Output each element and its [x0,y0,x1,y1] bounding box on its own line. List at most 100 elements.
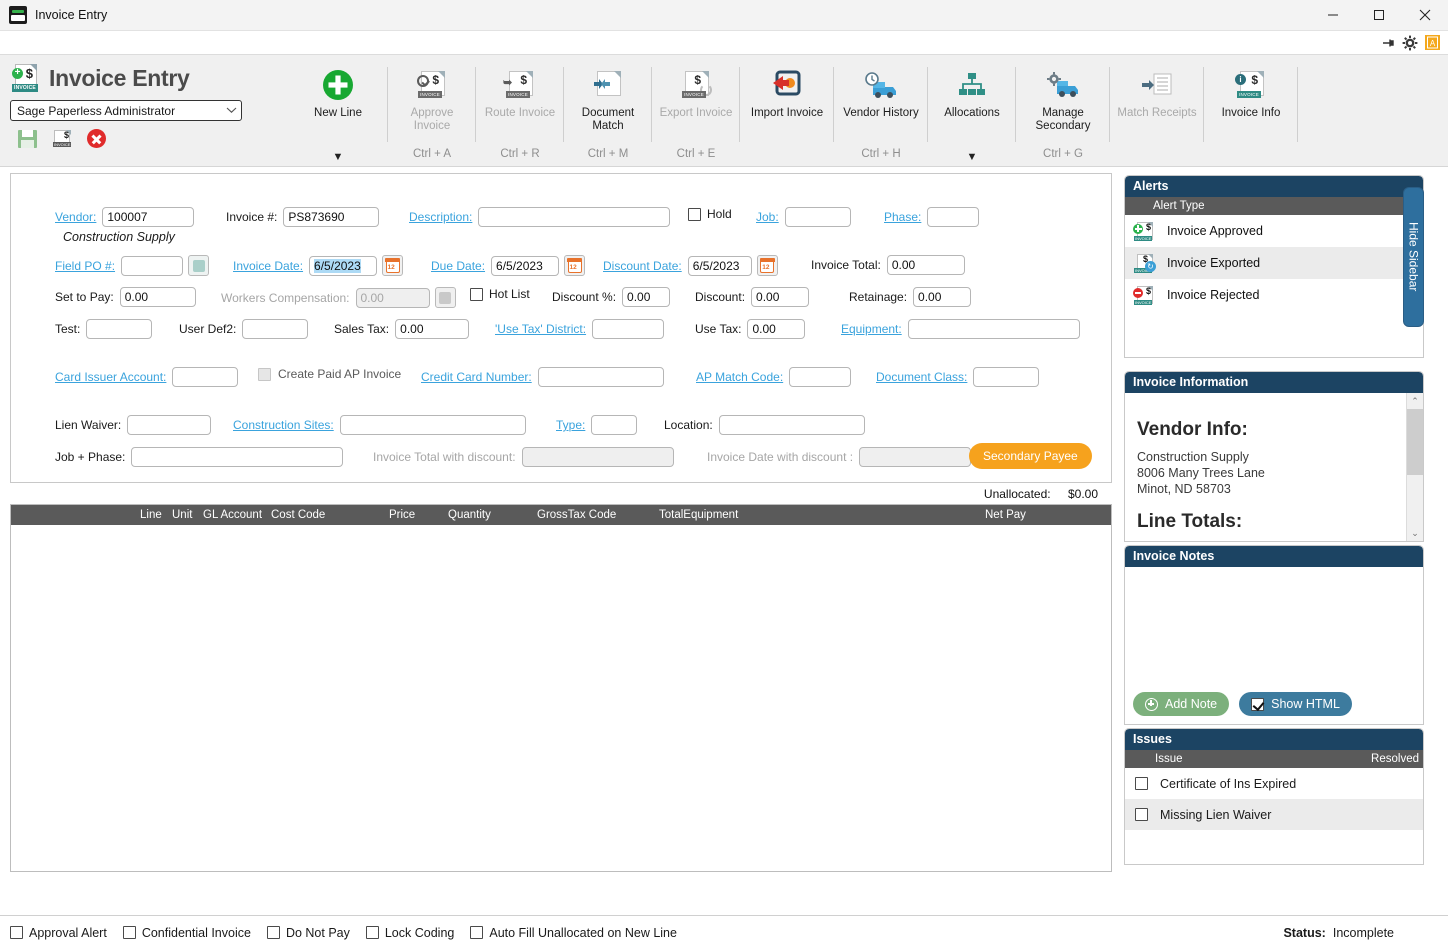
status-checkbox-auto-fill-unallocated[interactable]: Auto Fill Unallocated on New Line [470,926,677,940]
vendor-input[interactable]: 100007 [102,207,195,227]
invoice-total-input[interactable]: 0.00 [886,255,965,275]
grid-col-total-equipment[interactable]: TotalEquipment [659,509,738,521]
scroll-down-arrow[interactable]: ⌄ [1407,525,1423,541]
job-label[interactable]: Job: [756,210,779,224]
add-note-button[interactable]: Add Note [1133,692,1230,716]
description-input[interactable] [478,207,671,227]
ribbon-button-route-invoice[interactable]: $ ➥ INVOICE Route Invoice Ctrl + R [476,55,564,166]
ap-match-code-label[interactable]: AP Match Code: [696,370,783,384]
ribbon-button-manage-secondary[interactable]: Manage Secondary Ctrl + G [1016,55,1110,166]
ribbon-button-export-invoice[interactable]: $ INVOICE Export Invoice Ctrl + E [652,55,740,166]
new-line-dropdown-arrow[interactable]: ▼ [288,151,388,163]
grid-col-cost-code[interactable]: Cost Code [271,509,325,521]
grid-col-quantity[interactable]: Quantity [448,509,491,521]
delete-icon[interactable] [87,129,106,148]
maximize-button[interactable] [1356,0,1402,31]
save-icon[interactable] [18,129,37,148]
confidential-invoice-checkbox[interactable] [122,926,136,939]
lock-coding-checkbox[interactable] [365,926,379,939]
grid-col-unit[interactable]: Unit [172,509,192,521]
document-class-input[interactable] [973,367,1040,387]
set-to-pay-input[interactable]: 0.00 [119,287,196,307]
user-def2-input[interactable] [242,319,309,339]
status-checkbox-confidential-invoice[interactable]: Confidential Invoice [122,926,251,940]
hot-list-checkbox[interactable] [470,287,483,301]
discount-input[interactable]: 0.00 [751,287,810,307]
new-invoice-icon[interactable]: $ INVOICE [52,129,72,148]
job-input[interactable] [784,207,851,227]
ribbon-button-match-receipts[interactable]: Match Receipts [1110,55,1204,166]
close-button[interactable] [1402,0,1448,31]
grid-col-gross-tax-code[interactable]: GrossTax Code [537,509,616,521]
due-date-input[interactable]: 6/5/2023 [491,255,560,276]
use-tax-district-label[interactable]: 'Use Tax' District: [495,322,586,336]
due-date-label[interactable]: Due Date: [431,259,485,273]
credit-card-number-input[interactable] [537,367,664,387]
card-issuer-account-label[interactable]: Card Issuer Account: [55,370,166,384]
grid-col-net-pay[interactable]: Net Pay [985,509,1026,521]
ribbon-button-invoice-info[interactable]: $ i INVOICE Invoice Info [1204,55,1298,166]
status-checkbox-lock-coding[interactable]: Lock Coding [365,926,454,940]
allocations-dropdown-arrow[interactable]: ▼ [928,151,1016,163]
gear-icon[interactable] [1402,35,1418,51]
issue-resolved-checkbox[interactable] [1135,777,1148,790]
retainage-input[interactable]: 0.00 [913,287,972,307]
alert-row[interactable]: $ INVOICE Invoice Rejected [1125,279,1423,311]
field-po-label[interactable]: Field PO #: [55,259,115,273]
field-hot-list[interactable]: Hot List [470,287,530,301]
location-input[interactable] [718,415,865,435]
phase-label[interactable]: Phase: [884,210,921,224]
minimize-button[interactable] [1310,0,1356,31]
scroll-thumb[interactable] [1407,409,1423,475]
discount-date-calendar-button[interactable] [756,255,778,276]
lien-waiver-input[interactable] [127,415,212,435]
use-tax-input[interactable]: 0.00 [747,319,806,339]
due-date-calendar-button[interactable] [564,255,586,276]
alert-row[interactable]: $ INVOICE Invoice Approved [1125,215,1423,247]
secondary-payee-button[interactable]: Secondary Payee [969,443,1092,469]
user-select[interactable]: Sage Paperless Administrator [10,100,242,121]
test-input[interactable] [86,319,153,339]
ribbon-button-allocations[interactable]: Allocations ▼ [928,55,1016,166]
document-class-label[interactable]: Document Class: [876,370,967,384]
ribbon-button-approve-invoice[interactable]: $ INVOICE Approve Invoice Ctrl + A [388,55,476,166]
field-hold[interactable]: Hold [688,207,732,221]
issue-row[interactable]: Missing Lien Waiver [1125,799,1423,830]
ap-match-code-input[interactable] [789,367,852,387]
show-html-toggle[interactable]: Show HTML [1239,692,1352,716]
invoice-date-calendar-button[interactable] [382,255,404,276]
hide-sidebar-button[interactable]: Hide Sidebar [1403,187,1424,327]
vendor-label[interactable]: Vendor: [55,210,96,224]
show-html-checkbox[interactable] [1251,697,1265,711]
field-po-input[interactable] [121,255,184,276]
phase-input[interactable] [927,207,980,227]
card-issuer-account-input[interactable] [172,367,239,387]
use-tax-district-input[interactable] [592,319,665,339]
approval-alert-checkbox[interactable] [10,926,23,939]
discount-date-label[interactable]: Discount Date: [603,259,682,273]
do-not-pay-checkbox[interactable] [266,926,280,939]
field-po-lookup-button[interactable] [188,255,210,276]
discount-date-input[interactable]: 6/5/2023 [687,255,752,276]
invoice-date-input[interactable]: 6/5/2023 [309,255,378,276]
invoice-date-label[interactable]: Invoice Date: [233,259,303,273]
field-create-paid-ap[interactable]: Create Paid AP Invoice [258,367,401,381]
invoice-information-scrollbar[interactable]: ⌃ ⌄ [1406,393,1423,541]
ribbon-button-document-match[interactable]: Document Match Ctrl + M [564,55,652,166]
grid-body[interactable] [11,525,1111,871]
grid-col-line[interactable]: Line [140,509,162,521]
ribbon-button-new-line[interactable]: New Line ▼ [288,55,388,166]
equipment-input[interactable] [907,319,1080,339]
credit-card-number-label[interactable]: Credit Card Number: [421,370,532,384]
type-label[interactable]: Type: [556,418,585,432]
scroll-up-arrow[interactable]: ⌃ [1407,393,1423,409]
issue-row[interactable]: Certificate of Ins Expired [1125,768,1423,799]
issue-resolved-checkbox[interactable] [1135,808,1148,821]
grid-col-gl-account[interactable]: GL Account [203,509,262,521]
status-checkbox-do-not-pay[interactable]: Do Not Pay [266,926,350,940]
description-label[interactable]: Description: [409,210,472,224]
grid-col-price[interactable]: Price [389,509,415,521]
hold-checkbox[interactable] [688,207,701,221]
admin-badge-icon[interactable]: A [1425,35,1440,50]
workers-compensation-calculator-button[interactable] [434,287,456,308]
